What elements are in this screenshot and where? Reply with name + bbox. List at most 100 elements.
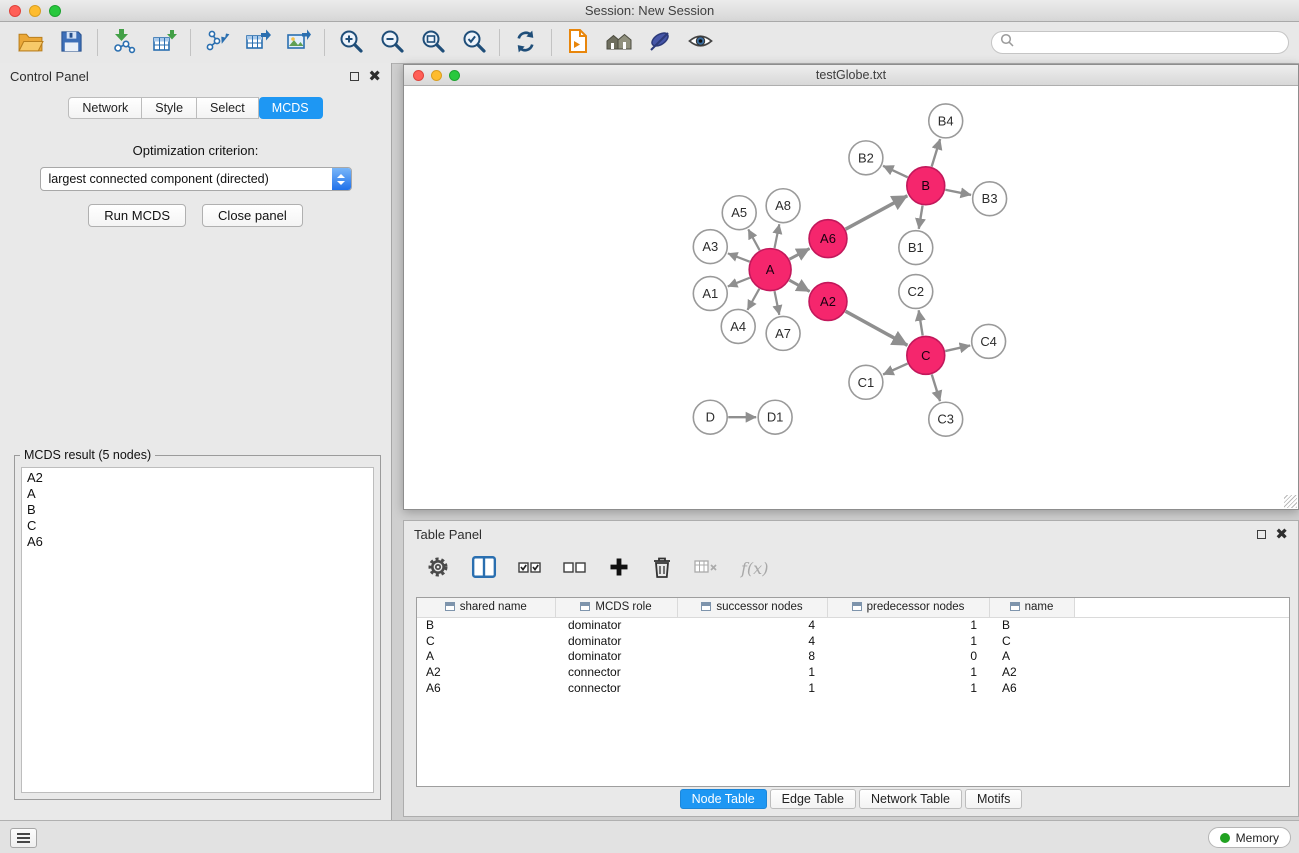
column-header-mcds-role[interactable]: MCDS role [555, 598, 677, 617]
graph-node-D[interactable]: D [693, 400, 727, 434]
tab-motifs[interactable]: Motifs [965, 789, 1022, 809]
graph-edge-C-C4[interactable] [945, 345, 970, 351]
tab-node-table[interactable]: Node Table [680, 789, 767, 809]
table-settings-button[interactable] [426, 555, 450, 582]
column-header-successor-nodes[interactable]: successor nodes [677, 598, 827, 617]
run-mcds-button[interactable]: Run MCDS [88, 204, 186, 227]
save-session-button[interactable] [51, 26, 92, 60]
show-details-eye-button[interactable] [680, 26, 721, 60]
graph-node-A3[interactable]: A3 [693, 230, 727, 264]
graph-edge-A-A7[interactable] [775, 291, 780, 315]
function-builder-button[interactable]: f(x) [741, 559, 768, 578]
tab-edge-table[interactable]: Edge Table [770, 789, 856, 809]
search-input[interactable] [1018, 36, 1280, 50]
graph-edge-B-B3[interactable] [945, 190, 971, 195]
table-row[interactable]: Cdominator41C [417, 633, 1289, 649]
graph-node-C2[interactable]: C2 [899, 275, 933, 309]
result-item[interactable]: A [22, 486, 373, 502]
graph-node-B2[interactable]: B2 [849, 141, 883, 175]
clipboard-document-button[interactable] [557, 26, 598, 60]
tab-mcds[interactable]: MCDS [259, 97, 323, 119]
zoom-network-window-button[interactable] [449, 70, 460, 81]
tab-network[interactable]: Network [68, 97, 142, 119]
graph-edge-C-C2[interactable] [919, 310, 923, 335]
task-history-button[interactable] [10, 828, 37, 848]
graph-edge-A-A4[interactable] [747, 289, 759, 310]
open-session-button[interactable] [10, 26, 51, 60]
tab-select[interactable]: Select [197, 97, 259, 119]
tab-style[interactable]: Style [142, 97, 197, 119]
graph-edge-A-A6[interactable] [789, 249, 809, 260]
export-image-button[interactable] [278, 26, 319, 60]
graph-node-C3[interactable]: C3 [929, 402, 963, 436]
tab-network-table[interactable]: Network Table [859, 789, 962, 809]
zoom-in-button[interactable] [330, 26, 371, 60]
result-item[interactable]: B [22, 502, 373, 518]
float-panel-icon[interactable] [350, 72, 359, 81]
result-item[interactable]: C [22, 518, 373, 534]
minimize-network-window-button[interactable] [431, 70, 442, 81]
graph-edge-B-B2[interactable] [883, 166, 908, 177]
graph-node-B1[interactable]: B1 [899, 231, 933, 265]
import-table-button[interactable] [144, 26, 185, 60]
graph-node-A6[interactable]: A6 [809, 220, 847, 258]
import-network-button[interactable] [103, 26, 144, 60]
window-resize-handle[interactable] [1284, 495, 1297, 508]
close-panel-button[interactable]: Close panel [202, 204, 303, 227]
annotation-pen-button[interactable] [639, 26, 680, 60]
column-header-shared-name[interactable]: shared name [417, 598, 555, 617]
result-item[interactable]: A6 [22, 534, 373, 550]
graph-edge-A-A1[interactable] [728, 278, 750, 287]
graph-edge-A-A2[interactable] [789, 280, 809, 291]
zoom-selected-button[interactable] [453, 26, 494, 60]
neighborhood-houses-button[interactable] [598, 26, 639, 60]
graph-node-B3[interactable]: B3 [973, 182, 1007, 216]
zoom-fit-button[interactable] [412, 26, 453, 60]
network-canvas[interactable]: A A6 A2 B C A1 A3 A4 A5 A7 A8 B1 B2 B3 B4 C1 C2 C3 C4 D D1 [404, 86, 1298, 509]
graph-node-A8[interactable]: A8 [766, 189, 800, 223]
graph-edge-A-A5[interactable] [748, 229, 759, 250]
close-network-window-button[interactable] [413, 70, 424, 81]
graph-node-B[interactable]: B [907, 167, 945, 205]
close-window-button[interactable] [9, 5, 21, 17]
memory-button[interactable]: Memory [1208, 827, 1291, 848]
optimization-select[interactable]: largest connected component (directed) [40, 167, 352, 191]
show-columns-button[interactable] [471, 555, 497, 582]
graph-node-A[interactable]: A [749, 249, 791, 291]
column-header-name[interactable]: name [989, 598, 1074, 617]
graph-node-C4[interactable]: C4 [972, 324, 1006, 358]
export-network-button[interactable] [196, 26, 237, 60]
delete-table-button[interactable] [694, 557, 720, 580]
close-table-panel-icon[interactable]: ✖ [1275, 530, 1288, 540]
graph-edge-A-A8[interactable] [775, 224, 780, 248]
graph-node-A7[interactable]: A7 [766, 316, 800, 350]
graph-edge-A2-C[interactable] [845, 311, 907, 345]
refresh-layout-button[interactable] [505, 26, 546, 60]
graph-edge-B-B1[interactable] [919, 205, 923, 228]
graph-node-A2[interactable]: A2 [809, 283, 847, 321]
graph-edge-B-B4[interactable] [932, 139, 940, 167]
export-table-button[interactable] [237, 26, 278, 60]
graph-node-C[interactable]: C [907, 336, 945, 374]
graph-node-A5[interactable]: A5 [722, 196, 756, 230]
add-column-button[interactable] [608, 556, 630, 581]
column-header-predecessor-nodes[interactable]: predecessor nodes [827, 598, 989, 617]
table-row[interactable]: A6connector11A6 [417, 680, 1289, 696]
close-panel-icon[interactable]: ✖ [368, 72, 381, 82]
select-all-button[interactable] [518, 556, 542, 581]
zoom-window-button[interactable] [49, 5, 61, 17]
graph-node-C1[interactable]: C1 [849, 365, 883, 399]
table-row[interactable]: Adominator80A [417, 648, 1289, 664]
table-row[interactable]: A2connector11A2 [417, 664, 1289, 680]
float-table-panel-icon[interactable] [1257, 530, 1266, 539]
graph-node-B4[interactable]: B4 [929, 104, 963, 138]
zoom-out-button[interactable] [371, 26, 412, 60]
graph-node-D1[interactable]: D1 [758, 400, 792, 434]
graph-node-A1[interactable]: A1 [693, 277, 727, 311]
graph-edge-A6-B[interactable] [846, 196, 908, 229]
result-item[interactable]: A2 [22, 470, 373, 486]
graph-edge-C-C3[interactable] [932, 374, 940, 401]
table-row[interactable]: Bdominator41B [417, 617, 1289, 633]
graph-node-A4[interactable]: A4 [721, 309, 755, 343]
graph-edge-A-A3[interactable] [728, 253, 750, 261]
